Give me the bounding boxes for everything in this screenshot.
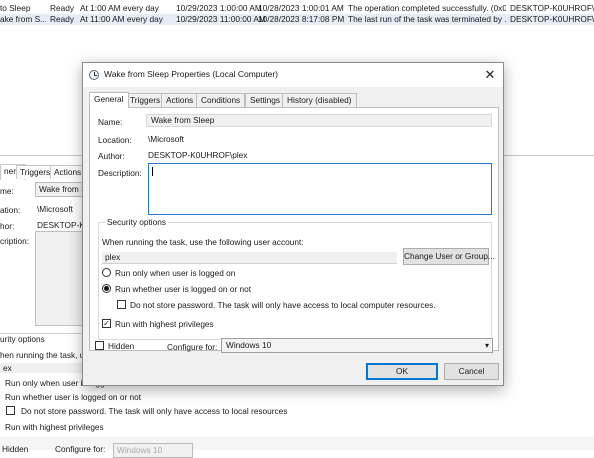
highest-privileges-checkbox[interactable]: ✓: [102, 319, 111, 328]
author-label: Author:: [98, 151, 125, 161]
task-name: ake from S...: [0, 14, 46, 24]
bg-location-value: \Microsoft: [37, 204, 73, 214]
radio-logged-on-label[interactable]: Run only when user is logged on: [115, 268, 235, 278]
close-icon[interactable]: ✕: [481, 66, 499, 84]
bg-description-box: [35, 231, 85, 326]
tab-history[interactable]: History (disabled): [282, 93, 357, 107]
bg-name-field: Wake from S: [35, 182, 85, 197]
hidden-checkbox[interactable]: [95, 341, 104, 350]
bg-hidden-label: Hidden: [2, 444, 29, 454]
author-value: DESKTOP-K0UHROF\plex: [148, 150, 248, 160]
bg-tab-actions[interactable]: Actions: [50, 165, 86, 179]
account-instruction: When running the task, use the following…: [102, 237, 304, 247]
bg-account-text: hen running the task, u: [0, 350, 85, 360]
task-last-result: The last run of the task was terminated …: [348, 14, 506, 24]
radio-whether-label[interactable]: Run whether user is logged on or not: [115, 284, 251, 294]
bg-tab-triggers[interactable]: Triggers: [16, 165, 55, 179]
task-trigger: At 1:00 AM every day: [80, 3, 159, 13]
security-options-title: Security options: [105, 217, 169, 227]
checkmark-icon: ✓: [103, 319, 110, 328]
bg-opt-highest: Run with highest privileges: [5, 422, 104, 432]
task-trigger: At 11:00 AM every day: [80, 14, 163, 24]
task-last-result: The operation completed successfully. (0…: [348, 3, 506, 13]
configure-for-label: Configure for:: [167, 342, 218, 352]
task-name: to Sleep: [0, 3, 31, 13]
dialog-title: Wake from Sleep Properties (Local Comput…: [104, 69, 279, 79]
change-user-button[interactable]: Change User or Group...: [403, 248, 495, 265]
hidden-label[interactable]: Hidden: [108, 341, 134, 351]
task-status: Ready: [50, 14, 74, 24]
task-next-run: 10/29/2023 1:00:00 AM: [176, 3, 262, 13]
tab-general[interactable]: General: [89, 92, 129, 108]
tab-triggers[interactable]: Triggers: [125, 93, 166, 107]
bg-opt-whether: Run whether user is logged on or not: [5, 392, 142, 402]
description-input[interactable]: [148, 163, 492, 215]
description-label: Description:: [98, 168, 142, 178]
task-row[interactable]: to Sleep Ready At 1:00 AM every day 10/2…: [0, 3, 594, 14]
bg-bottom-bar: Hidden Configure for: Windows 10: [0, 437, 594, 458]
security-options-group: Security options When running the task, …: [98, 217, 495, 340]
highest-privileges-label[interactable]: Run with highest privileges: [115, 319, 214, 329]
no-store-password-checkbox[interactable]: [117, 300, 126, 309]
chevron-down-icon: ▾: [484, 341, 489, 350]
bg-no-store-checkbox[interactable]: [6, 406, 15, 415]
tab-settings[interactable]: Settings: [245, 93, 285, 107]
general-tab-page: Name: Wake from Sleep Location: \Microso…: [89, 107, 499, 351]
name-label: Name:: [98, 117, 123, 127]
task-author: DESKTOP-K0UHROF\ple: [510, 14, 594, 24]
tab-conditions[interactable]: Conditions: [196, 93, 246, 107]
bg-account-value: ex: [0, 363, 82, 373]
task-author: DESKTOP-K0UHROF\ple: [510, 3, 594, 13]
ok-button[interactable]: OK: [366, 363, 438, 380]
task-status: Ready: [50, 3, 74, 13]
task-row-selected[interactable]: ake from S... Ready At 11:00 AM every da…: [0, 14, 594, 25]
bg-description-label: cription:: [0, 236, 30, 246]
bg-name-label: me:: [0, 186, 14, 196]
bg-configure-field: Windows 10: [113, 443, 193, 458]
properties-dialog: Wake from Sleep Properties (Local Comput…: [82, 62, 504, 386]
location-label: Location:: [98, 135, 132, 145]
bg-tab-strip: neral Triggers Actions: [0, 163, 90, 180]
name-field[interactable]: Wake from Sleep: [146, 114, 492, 127]
configure-for-value: Windows 10: [226, 340, 272, 350]
radio-logged-on[interactable]: [102, 268, 111, 277]
bg-opt-no-store: Do not store password. The task will onl…: [21, 406, 288, 416]
location-value: \Microsoft: [148, 134, 184, 144]
clock-icon: [89, 70, 99, 80]
task-next-run: 10/29/2023 11:00:00 AM: [176, 14, 266, 24]
radio-whether-logged-on[interactable]: [102, 284, 111, 293]
cancel-button[interactable]: Cancel: [444, 363, 499, 380]
user-account-field: plex: [102, 252, 397, 264]
task-last-run: 10/28/2023 8:17:08 PM: [258, 14, 345, 24]
tab-actions[interactable]: Actions: [161, 93, 199, 107]
task-last-run: 10/28/2023 1:00:01 AM: [258, 3, 344, 13]
bg-location-label: ation:: [0, 205, 21, 215]
bg-configure-label: Configure for:: [55, 444, 106, 454]
no-store-password-label[interactable]: Do not store password. The task will onl…: [130, 300, 436, 310]
dialog-tab-strip: General Triggers Actions Conditions Sett…: [89, 92, 499, 108]
configure-for-select[interactable]: Windows 10 ▾: [221, 338, 493, 353]
bg-security-title: urity options: [0, 334, 45, 344]
text-caret: [152, 167, 153, 176]
bg-author-label: hor:: [0, 221, 15, 231]
dialog-titlebar[interactable]: Wake from Sleep Properties (Local Comput…: [83, 63, 503, 87]
